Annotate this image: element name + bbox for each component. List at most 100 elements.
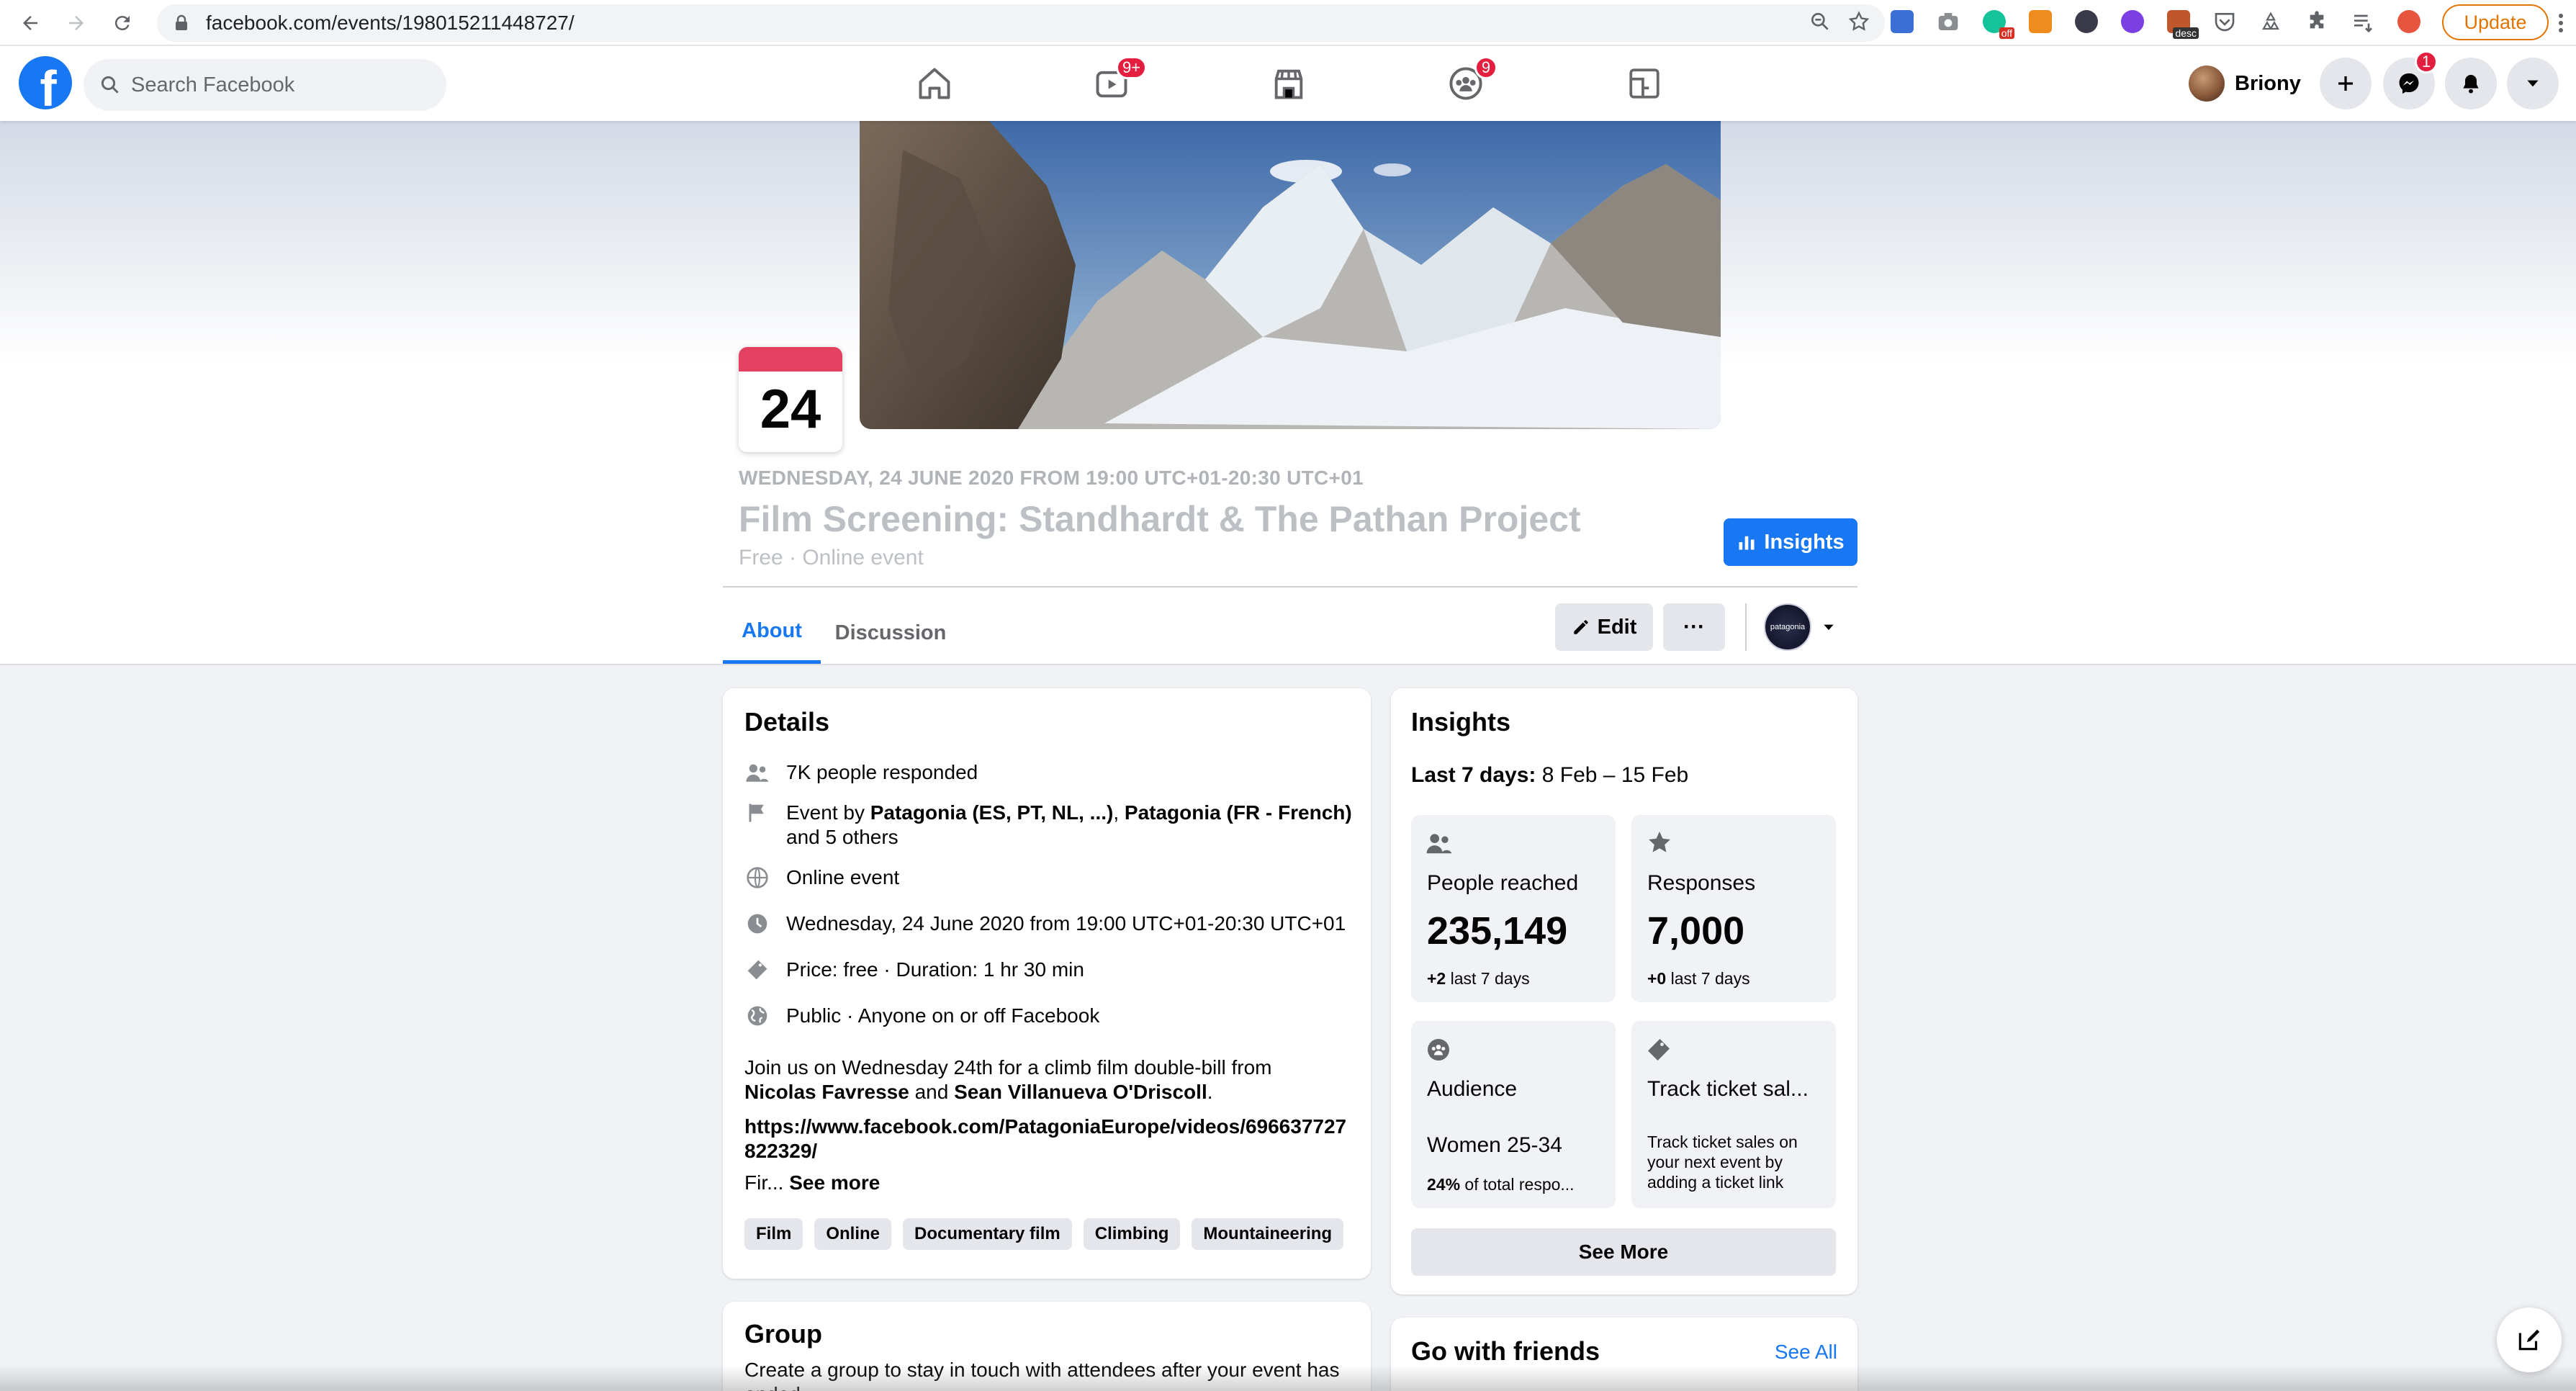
price-row: Price: free · Duration: 1 hr 30 min xyxy=(744,958,1084,982)
marketplace-store-icon xyxy=(1274,69,1303,99)
nav-groups[interactable]: 9 xyxy=(1423,56,1509,111)
bottom-shadow xyxy=(0,1365,2576,1391)
host-link-1[interactable]: Patagonia (ES, PT, NL, ...) xyxy=(870,801,1114,824)
privacy-text: Public · Anyone on or off Facebook xyxy=(786,1004,1100,1027)
search-box[interactable] xyxy=(84,59,446,111)
avatar xyxy=(2189,66,2225,102)
bell-icon xyxy=(2463,75,2479,94)
tag-documentary-film[interactable]: Documentary film xyxy=(903,1218,1072,1250)
tab-about[interactable]: About xyxy=(723,602,821,664)
flag-icon xyxy=(744,801,770,825)
gaming-icon xyxy=(1629,68,1659,99)
event-date-line: WEDNESDAY, 24 JUNE 2020 FROM 19:00 UTC+0… xyxy=(739,467,1364,489)
people-reached-value: 235,149 xyxy=(1427,909,1568,953)
puzzle-extensions-icon[interactable] xyxy=(2301,6,2333,37)
edit-button[interactable]: Edit xyxy=(1555,603,1653,651)
other-hosts-link[interactable]: and 5 others xyxy=(786,826,899,848)
tag-online[interactable]: Online xyxy=(814,1218,892,1250)
friends-title: Go with friends xyxy=(1411,1336,1600,1366)
delta-suffix: last 7 days xyxy=(1666,969,1750,988)
profile-name: Briony xyxy=(2235,71,2301,95)
event-subtitle: Free · Online event xyxy=(739,546,924,570)
clock-icon xyxy=(744,911,770,936)
url-text: facebook.com/events/198015211448727/ xyxy=(206,12,575,34)
messenger-button[interactable]: 1 xyxy=(2383,50,2438,109)
facebook-f-icon: f xyxy=(40,60,57,109)
see-more-button[interactable]: See More xyxy=(1411,1228,1836,1276)
bookmark-star-icon[interactable] xyxy=(1847,10,1870,37)
nav-home[interactable] xyxy=(891,56,978,111)
search-input[interactable] xyxy=(131,73,419,97)
description-period: . xyxy=(1207,1081,1213,1103)
datetime-row: Wednesday, 24 June 2020 from 19:00 UTC+0… xyxy=(744,911,1346,936)
tab-discussion[interactable]: Discussion xyxy=(831,602,950,664)
audience-icon xyxy=(1428,1039,1449,1061)
facebook-logo[interactable]: f xyxy=(19,56,72,109)
ticket-label: Track ticket sal... xyxy=(1647,1077,1809,1101)
zoom-icon[interactable] xyxy=(1809,10,1832,37)
reading-list-icon[interactable] xyxy=(2347,6,2379,37)
responses-tile[interactable]: Responses 7,000 +0 last 7 days xyxy=(1631,815,1836,1002)
messenger-icon xyxy=(2399,73,2419,94)
desc-extension-icon[interactable]: desc xyxy=(2163,6,2199,39)
reload-icon xyxy=(114,16,130,31)
track-ticket-sales-tile[interactable]: Track ticket sal... Track ticket sales o… xyxy=(1631,1021,1836,1208)
nav-gaming[interactable] xyxy=(1601,56,1688,111)
see-all-link[interactable]: See All xyxy=(1775,1341,1837,1364)
tag-climbing[interactable]: Climbing xyxy=(1083,1218,1181,1250)
recycle-extension-icon[interactable] xyxy=(2255,6,2287,37)
person-link-2[interactable]: Sean Villanueva O'Driscoll xyxy=(954,1081,1207,1103)
ticket-description: Track ticket sales on your next event by… xyxy=(1647,1133,1798,1192)
reload-button[interactable] xyxy=(107,7,138,39)
tag-mountaineering[interactable]: Mountaineering xyxy=(1192,1218,1344,1250)
forward-button[interactable] xyxy=(60,7,92,39)
event-cover-photo[interactable] xyxy=(860,121,1721,429)
camera-extension-icon[interactable] xyxy=(1932,6,1964,37)
acting-page-selector[interactable]: patagonia xyxy=(1764,602,1836,652)
video-link[interactable]: https://www.facebook.com/PatagoniaEurope… xyxy=(744,1115,1356,1163)
insights-button[interactable]: Insights xyxy=(1724,518,1857,566)
account-menu-button[interactable] xyxy=(2507,58,2559,109)
home-icon xyxy=(919,68,950,99)
event-description: Join us on Wednesday 24th for a climb fi… xyxy=(744,1055,1356,1195)
back-button[interactable] xyxy=(14,7,46,39)
notifications-button[interactable] xyxy=(2445,58,2497,109)
pencil-icon xyxy=(1573,620,1588,634)
see-more-link[interactable]: See more xyxy=(789,1171,880,1194)
update-button[interactable]: Update xyxy=(2442,4,2549,40)
bar-chart-icon xyxy=(1739,536,1755,550)
event-date-card: 24 xyxy=(739,347,842,452)
k-extension-icon[interactable] xyxy=(2071,6,2102,37)
responses-label: Responses xyxy=(1647,871,1756,895)
nav-watch[interactable]: 9+ xyxy=(1068,56,1155,111)
rss-extension-icon[interactable] xyxy=(1886,6,1918,37)
person-link-1[interactable]: Nicolas Favresse xyxy=(744,1081,909,1103)
address-bar[interactable]: facebook.com/events/198015211448727/ xyxy=(157,4,1885,42)
pocket-extension-icon[interactable] xyxy=(2209,6,2241,37)
profile-avatar-icon[interactable] xyxy=(2393,6,2425,37)
price-text: Price: free · Duration: 1 hr 30 min xyxy=(786,958,1084,981)
browser-menu-icon[interactable] xyxy=(2550,7,2572,39)
new-message-button[interactable] xyxy=(2497,1307,2562,1372)
people-reached-tile[interactable]: People reached 235,149 +2 last 7 days xyxy=(1411,815,1616,1002)
audience-pct-suffix: of total respo... xyxy=(1460,1175,1575,1194)
category-tags: Film Online Documentary film Climbing Mo… xyxy=(744,1218,1344,1250)
group-title: Group xyxy=(744,1319,822,1349)
nav-marketplace[interactable] xyxy=(1246,56,1332,111)
insights-card: Insights Last 7 days: 8 Feb – 15 Feb Peo… xyxy=(1391,688,1857,1295)
purple-extension-icon[interactable] xyxy=(2117,6,2148,37)
header-divider xyxy=(723,586,1857,588)
audience-tile[interactable]: Audience Women 25-34 24% of total respo.… xyxy=(1411,1021,1616,1208)
delta-suffix: last 7 days xyxy=(1446,969,1530,988)
host-separator: , xyxy=(1113,801,1125,824)
audience-percentage: 24% of total respo... xyxy=(1427,1175,1575,1194)
host-link-2[interactable]: Patagonia (FR - French) xyxy=(1125,801,1352,824)
create-button[interactable] xyxy=(2320,58,2372,109)
chart-extension-icon[interactable] xyxy=(2025,6,2056,37)
profile-shortcut[interactable]: Briony xyxy=(2189,63,2301,104)
online-row: Online event xyxy=(744,865,899,890)
grammarly-extension-icon[interactable]: off xyxy=(1978,6,2014,39)
tag-film[interactable]: Film xyxy=(744,1218,803,1250)
insights-title: Insights xyxy=(1411,707,1511,737)
more-options-button[interactable]: ··· xyxy=(1663,603,1725,651)
